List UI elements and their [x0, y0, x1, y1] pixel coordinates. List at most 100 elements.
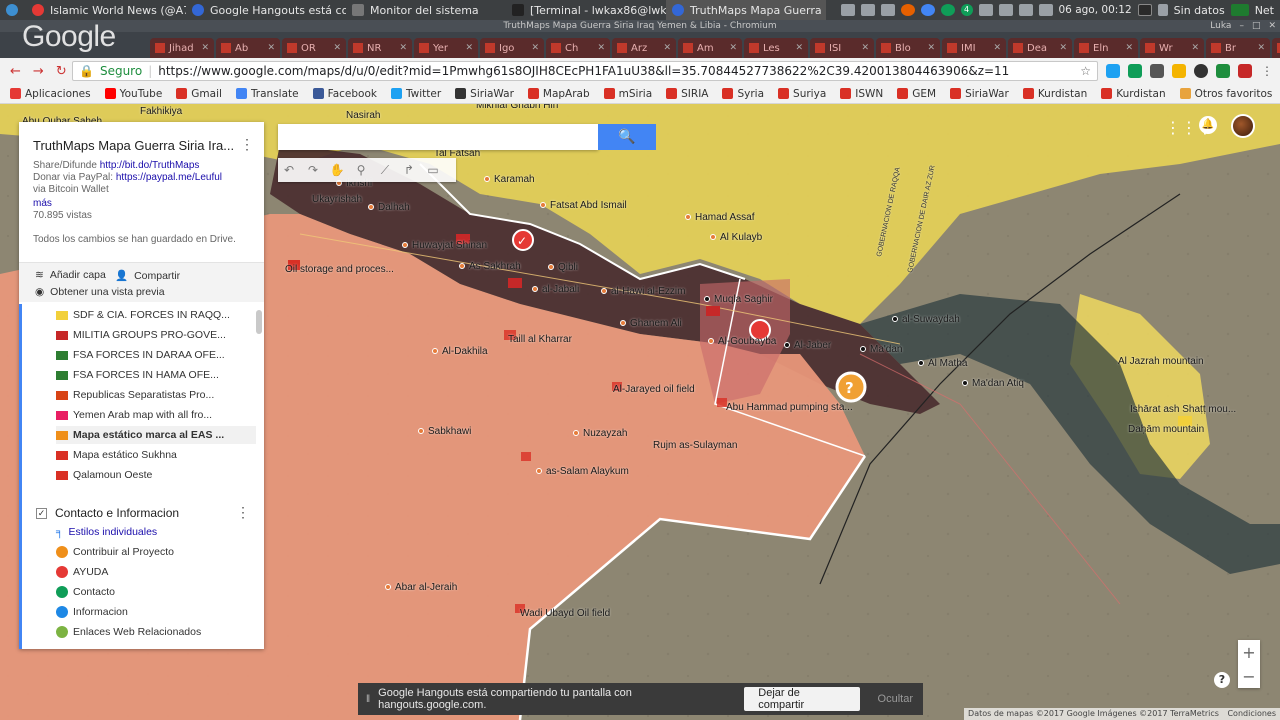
browser-tab[interactable]: Les ✕ [744, 38, 808, 58]
address-bar[interactable]: 🔒 Seguro | https://www.google.com/maps/d… [72, 61, 1098, 81]
flag-marker[interactable] [706, 306, 720, 316]
close-tab-icon[interactable]: ✕ [267, 43, 275, 53]
close-tab-icon[interactable]: ✕ [201, 43, 209, 53]
bookmark-item[interactable]: Aplicaciones [10, 88, 91, 100]
place-label[interactable]: Sabkhawi [418, 426, 471, 437]
place-label[interactable]: Nasirah [346, 110, 380, 121]
close-tab-icon[interactable]: ✕ [465, 43, 473, 53]
place-label[interactable]: Al Jazrah mountain [1118, 356, 1204, 367]
bookmark-item[interactable]: Translate [235, 88, 299, 100]
bookmark-item[interactable]: Facebook [312, 88, 377, 100]
place-label[interactable]: Qibli [548, 262, 578, 273]
close-tab-icon[interactable]: ✕ [993, 43, 1001, 53]
panel-scrollbar[interactable] [256, 310, 262, 334]
ruler-icon[interactable]: ▭ [422, 159, 444, 181]
place-label[interactable]: Dalhah [368, 202, 410, 213]
bookmark-item[interactable]: Kurdistan [1101, 88, 1166, 100]
window-icon[interactable] [840, 4, 855, 16]
place-label[interactable]: Al Matha [918, 358, 967, 369]
forward-icon[interactable]: → [33, 64, 44, 79]
firefox-icon[interactable] [900, 4, 915, 16]
bookmark-item[interactable]: GEM [897, 88, 936, 100]
browser-tab[interactable]: Yer ✕ [414, 38, 478, 58]
place-label[interactable]: Rujm as-Sulayman [653, 440, 737, 451]
close-tab-icon[interactable]: ✕ [531, 43, 539, 53]
browser-tab[interactable]: Arz ✕ [612, 38, 676, 58]
hide-banner-button[interactable]: Ocultar [868, 693, 923, 705]
close-tab-icon[interactable]: ✕ [399, 43, 407, 53]
hand-icon[interactable]: ✋ [326, 159, 348, 181]
donate-link[interactable]: https://paypal.me/Leuful [116, 172, 222, 183]
undo-icon[interactable]: ↶ [278, 159, 300, 181]
browser-tab[interactable]: IMI ✕ [942, 38, 1006, 58]
taskbar-task-2[interactable]: Monitor del sistema [346, 0, 506, 20]
add-layer-button[interactable]: ≋ Añadir capa [35, 269, 106, 281]
browser-tab[interactable]: Ba✕ [1272, 38, 1280, 58]
place-label[interactable]: Ishārat ash Shaṭṭ mou... [1130, 404, 1236, 415]
browser-tab[interactable]: Jihad ✕ [150, 38, 214, 58]
bookmark-item[interactable]: Syria [722, 88, 764, 100]
drive-icon[interactable] [1038, 4, 1053, 16]
map-search-input[interactable] [278, 124, 598, 150]
contact-item[interactable]: AYUDA [56, 566, 108, 578]
hangouts-tray-icon[interactable] [940, 4, 955, 16]
layer-checkbox[interactable]: ✓ [36, 507, 47, 519]
place-label[interactable]: Muqla Saghir [704, 294, 773, 305]
extension-icon[interactable] [1172, 64, 1186, 78]
bookmark-item[interactable]: Suriya [778, 88, 826, 100]
place-label[interactable]: Ghanem Ali [620, 318, 682, 329]
tools-icon[interactable] [998, 4, 1013, 16]
bookmark-star-icon[interactable]: ☆ [1080, 64, 1091, 78]
browser-tab[interactable]: ISI ✕ [810, 38, 874, 58]
stop-sharing-button[interactable]: Dejar de compartir [744, 687, 860, 711]
url-text[interactable]: https://www.google.com/maps/d/u/0/edit?m… [158, 64, 1009, 78]
close-tab-icon[interactable]: ✕ [1125, 43, 1133, 53]
close-tab-icon[interactable]: ✕ [861, 43, 869, 53]
bookmark-item[interactable]: Gmail [176, 88, 222, 100]
notifications-icon[interactable]: 🔔 [1199, 116, 1217, 134]
taskbar-task-1[interactable]: Google Hangouts está co... [186, 0, 346, 20]
zoom-out-button[interactable]: − [1238, 664, 1260, 688]
browser-tab[interactable]: Ab ✕ [216, 38, 280, 58]
browser-tab[interactable]: Wr ✕ [1140, 38, 1204, 58]
draw-line-icon[interactable]: ⟋ [374, 159, 396, 181]
place-label[interactable]: Oil storage and proces... [285, 264, 394, 275]
layer-item[interactable]: Republicas Separatistas Pro... [56, 386, 256, 404]
layer-item[interactable]: SDF & CIA. FORCES IN RAQQ... [56, 306, 256, 324]
close-tab-icon[interactable]: ✕ [333, 43, 341, 53]
place-label[interactable]: Al-Jaber [784, 340, 831, 351]
place-label[interactable]: Al-Dakhila [432, 346, 488, 357]
place-label[interactable]: Al-Jarayed oil field [613, 384, 695, 395]
browser-tab[interactable]: Br ✕ [1206, 38, 1270, 58]
extension-icon[interactable] [1106, 64, 1120, 78]
close-tab-icon[interactable]: ✕ [1059, 43, 1067, 53]
close-tab-icon[interactable]: ✕ [927, 43, 935, 53]
preview-button[interactable]: ◉ Obtener una vista previa [35, 286, 165, 298]
place-label[interactable]: al-Hawi al-Ezzim [601, 286, 685, 297]
more-vert-icon[interactable]: ⋮ [240, 136, 254, 153]
layer-item[interactable]: MILITIA GROUPS PRO-GOVE... [56, 326, 256, 344]
back-icon[interactable]: ← [10, 64, 21, 79]
chat-icon[interactable] [1194, 64, 1208, 78]
bookmark-item[interactable]: ISWN [840, 88, 883, 100]
monitor-tray-icon[interactable] [880, 4, 895, 16]
browser-tab[interactable]: Igo ✕ [480, 38, 544, 58]
contact-item[interactable]: Enlaces Web Relacionados [56, 626, 201, 638]
bookmark-item[interactable]: MapArab [527, 88, 590, 100]
marker-icon[interactable]: ⚲ [350, 159, 372, 181]
place-label[interactable]: Ma'dan Atiq [962, 378, 1024, 389]
place-label[interactable]: as-Salam Alaykum [536, 466, 629, 477]
place-label[interactable]: Nuzayzah [573, 428, 627, 439]
place-label[interactable]: Fatsat Abd Ismail [540, 200, 627, 211]
clock[interactable]: 06 ago, 00:12 [1059, 4, 1132, 16]
terms-link[interactable]: Condiciones [1227, 709, 1276, 718]
taskbar-launcher[interactable] [0, 0, 26, 20]
extension-icon[interactable] [1216, 64, 1230, 78]
avatar[interactable] [1231, 114, 1255, 138]
network-icon[interactable] [1157, 4, 1168, 16]
browser-tab[interactable]: Ch ✕ [546, 38, 610, 58]
browser-tab[interactable]: OR ✕ [282, 38, 346, 58]
layer-item[interactable]: Mapa estático Sukhna [56, 446, 256, 464]
layer-item[interactable]: FSA FORCES IN DARAA OFE... [56, 346, 256, 364]
map-title[interactable]: TruthMaps Mapa Guerra Siria Ira... [33, 138, 238, 153]
